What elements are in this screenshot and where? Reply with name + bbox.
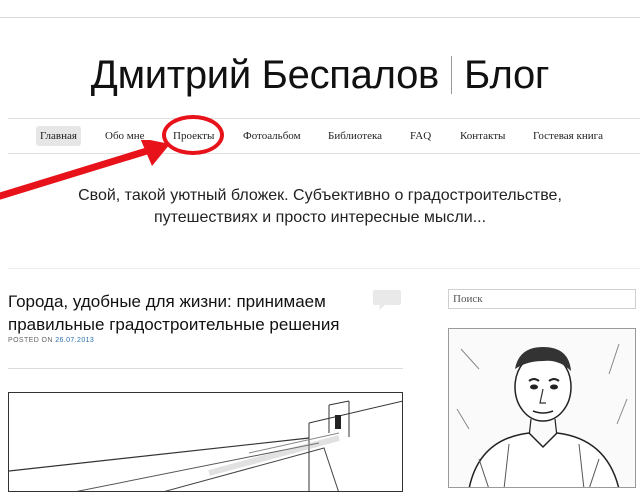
nav-item-guestbook[interactable]: Гостевая книга — [533, 126, 603, 146]
site-title[interactable]: Дмитрий Беспалов Блог — [0, 50, 640, 100]
tagline-line-2: путешествиях и просто интересные мысли..… — [153, 209, 487, 226]
header-divider — [8, 268, 640, 269]
post-separator — [8, 368, 403, 369]
post-date-link[interactable]: 26.07.2013 — [55, 337, 94, 344]
nav-item-photoalbum[interactable]: Фотоальбом — [243, 126, 301, 146]
top-rule — [0, 17, 640, 18]
comment-bubble-icon[interactable] — [372, 289, 402, 311]
post-title[interactable]: Города, удобные для жизни: принимаем пра… — [8, 290, 373, 336]
search-input[interactable] — [448, 289, 636, 309]
post-title-line-1: Города, удобные для жизни: принимаем — [8, 292, 326, 311]
nav-item-contacts[interactable]: Контакты — [460, 126, 505, 146]
posted-on-label: POSTED ON — [8, 337, 53, 344]
author-photo — [448, 328, 636, 488]
red-circle-highlight — [162, 115, 224, 155]
site-title-blog: Блог — [463, 53, 550, 97]
red-arrow-icon — [0, 140, 170, 200]
nav-item-faq[interactable]: FAQ — [410, 126, 431, 146]
site-title-name: Дмитрий Беспалов — [90, 53, 440, 97]
title-separator — [450, 56, 452, 94]
post-meta: POSTED ON 26.07.2013 — [8, 337, 94, 344]
post-illustration[interactable] — [8, 392, 403, 492]
nav-item-library[interactable]: Библиотека — [328, 126, 382, 146]
post-title-line-2: правильные градостроительные решения — [8, 315, 340, 334]
